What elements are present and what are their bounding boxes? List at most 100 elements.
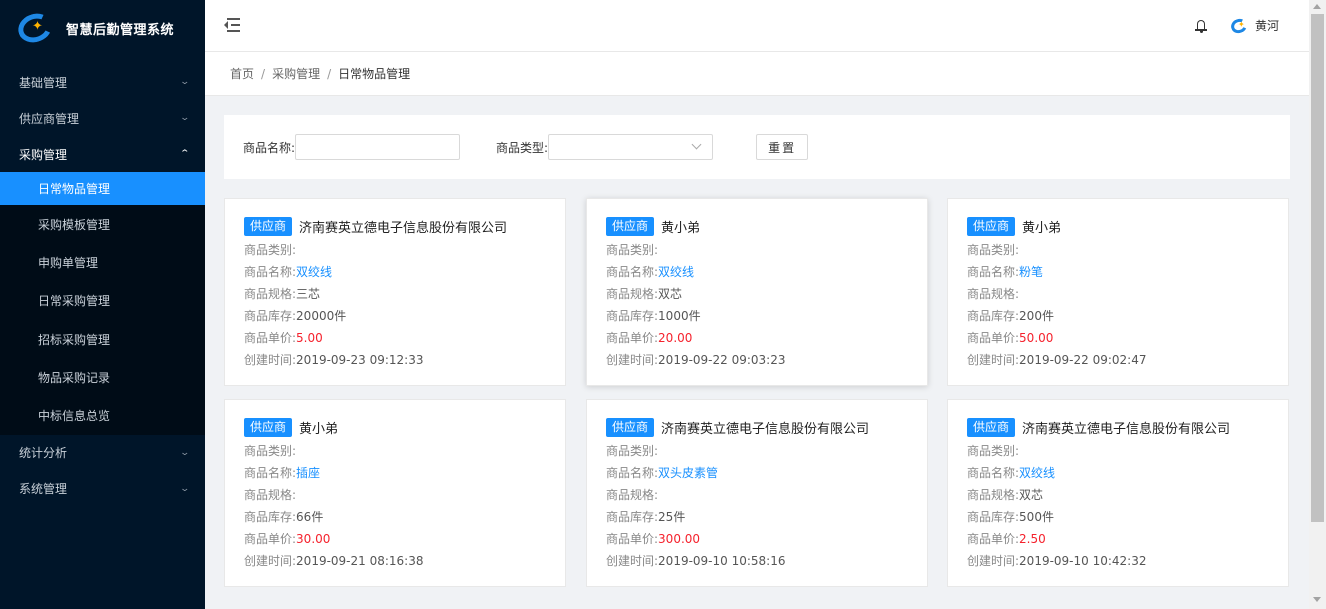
- card-field-category: 商品类别:: [967, 239, 1269, 261]
- field-label: 创建时间:: [967, 554, 1020, 568]
- supplier-badge: 供应商: [606, 417, 655, 437]
- field-value-stock: 66件: [296, 510, 324, 524]
- goods-card[interactable]: 供应商 济南赛英立德电子信息股份有限公司 商品类别: 商品名称:双绞线 商品规格:双芯商…: [947, 399, 1289, 587]
- menu-fold-icon[interactable]: [224, 18, 240, 32]
- field-label: 商品单价:: [967, 532, 1020, 546]
- card-field-stock: 商品库存:200件: [967, 305, 1269, 327]
- goods-card[interactable]: 供应商 济南赛英立德电子信息股份有限公司 商品类别: 商品名称:双头皮素管 商品规格: 商…: [586, 399, 928, 587]
- sidebar-item-bid-overview[interactable]: 中标信息总览: [0, 396, 205, 434]
- field-label: 商品库存:: [606, 510, 659, 524]
- scroll-down-icon[interactable]: [1313, 597, 1321, 602]
- chevron-down-icon: ⌄: [179, 483, 191, 494]
- sidebar-item-daily-goods[interactable]: 日常物品管理: [0, 172, 205, 205]
- field-label: 商品名称:: [244, 466, 297, 480]
- card-title: 供应商 济南赛英立德电子信息股份有限公司: [606, 417, 908, 437]
- field-value-name[interactable]: 双绞线: [658, 265, 694, 279]
- card-title: 供应商 黄小弟: [244, 417, 546, 437]
- breadcrumb-purchase[interactable]: 采购管理: [272, 65, 320, 82]
- card-field-created: 创建时间:2019-09-10 10:58:16: [606, 550, 908, 572]
- field-label: 创建时间:: [244, 554, 297, 568]
- sidebar-item-statistics[interactable]: 统计分析 ⌄: [0, 435, 205, 471]
- field-label: 商品规格:: [244, 287, 297, 301]
- field-label: 商品类别:: [967, 444, 1020, 458]
- card-title: 供应商 黄小弟: [606, 216, 908, 236]
- field-value-spec: 双芯: [658, 287, 683, 301]
- page-scrollbar[interactable]: [1309, 0, 1326, 609]
- field-value-created: 2019-09-21 08:16:38: [296, 554, 424, 568]
- card-field-spec: 商品规格:: [244, 484, 546, 506]
- card-field-name: 商品名称:插座: [244, 462, 546, 484]
- chevron-down-icon: [691, 139, 702, 150]
- field-label: 商品单价:: [606, 331, 659, 345]
- card-field-price: 商品单价:20.00: [606, 327, 908, 349]
- card-field-category: 商品类别:: [244, 239, 546, 261]
- card-field-stock: 商品库存:25件: [606, 506, 908, 528]
- user-name: 黄河: [1255, 19, 1280, 33]
- logo-icon: ✦: [14, 9, 56, 47]
- field-label: 商品名称:: [244, 265, 297, 279]
- card-title: 供应商 济南赛英立德电子信息股份有限公司: [967, 417, 1269, 437]
- field-value-name[interactable]: 插座: [296, 466, 320, 480]
- sidebar-item-label: 采购管理: [19, 147, 68, 162]
- card-field-created: 创建时间:2019-09-23 09:12:33: [244, 349, 546, 371]
- name-filter-input[interactable]: [295, 134, 461, 160]
- sidebar-item-system[interactable]: 系统管理 ⌄: [0, 471, 205, 507]
- field-label: 商品类别:: [606, 243, 659, 257]
- field-label: 商品名称:: [967, 466, 1020, 480]
- sidebar-item-purchase[interactable]: 采购管理 ⌃: [0, 136, 205, 172]
- goods-card[interactable]: 供应商 黄小弟 商品类别: 商品名称:粉笔 商品规格: 商品库存:200件 商品单价:50.…: [947, 198, 1289, 386]
- avatar: ✦: [1229, 16, 1249, 35]
- field-value-stock: 500件: [1019, 510, 1054, 524]
- field-label: 商品库存:: [967, 510, 1020, 524]
- field-value-stock: 25件: [658, 510, 686, 524]
- card-field-spec: 商品规格:: [967, 283, 1269, 305]
- field-value-price: 2.50: [1019, 532, 1046, 546]
- card-field-category: 商品类别:: [967, 440, 1269, 462]
- user-menu[interactable]: ✦ 黄河: [1229, 16, 1280, 35]
- field-value-name[interactable]: 双绞线: [1019, 466, 1055, 480]
- purchase-submenu: 日常物品管理 采购模板管理 申购单管理 日常采购管理 招标采购管理 物品采购记录…: [0, 172, 205, 435]
- scroll-up-icon[interactable]: [1313, 4, 1321, 9]
- field-label: 创建时间:: [606, 353, 659, 367]
- field-value-name[interactable]: 粉笔: [1019, 265, 1043, 279]
- supplier-name: 黄小弟: [1022, 220, 1062, 236]
- field-value-created: 2019-09-10 10:58:16: [658, 554, 786, 568]
- sidebar-menu: 基础管理 ⌄ 供应商管理 ⌄ 采购管理 ⌃ 日常物品管理 采购模板管理 申购单管…: [0, 64, 205, 507]
- field-label: 商品规格:: [967, 287, 1020, 301]
- supplier-name: 济南赛英立德电子信息股份有限公司: [661, 421, 870, 437]
- sidebar-item-supplier[interactable]: 供应商管理 ⌄: [0, 100, 205, 136]
- card-field-name: 商品名称:粉笔: [967, 261, 1269, 283]
- card-field-name: 商品名称:双头皮素管: [606, 462, 908, 484]
- scrollbar-thumb[interactable]: [1311, 14, 1324, 522]
- type-filter-select[interactable]: [548, 134, 714, 160]
- type-filter-label: 商品类型:: [496, 140, 549, 155]
- sidebar: ✦ 智慧后勤管理系统 基础管理 ⌄ 供应商管理 ⌄ 采购管理 ⌃ 日常物品管理 …: [0, 0, 205, 609]
- field-value-spec: 三芯: [296, 287, 321, 301]
- field-label: 商品类别:: [967, 243, 1020, 257]
- sidebar-item-requisition[interactable]: 申购单管理: [0, 243, 205, 281]
- sidebar-item-tender-purchase[interactable]: 招标采购管理: [0, 320, 205, 358]
- breadcrumb-home[interactable]: 首页: [230, 65, 254, 82]
- field-label: 创建时间:: [244, 353, 297, 367]
- card-field-spec: 商品规格:: [606, 484, 908, 506]
- sidebar-item-basic[interactable]: 基础管理 ⌄: [0, 64, 205, 100]
- field-value-name[interactable]: 双头皮素管: [658, 466, 718, 480]
- field-value-price: 30.00: [296, 532, 331, 546]
- field-value-spec: 双芯: [1019, 488, 1044, 502]
- field-label: 商品库存:: [967, 309, 1020, 323]
- field-value-name[interactable]: 双绞线: [296, 265, 332, 279]
- goods-card[interactable]: 供应商 黄小弟 商品类别: 商品名称:插座 商品规格: 商品库存:66件 商品单价:30.0…: [224, 399, 566, 587]
- card-field-stock: 商品库存:500件: [967, 506, 1269, 528]
- supplier-badge: 供应商: [606, 216, 655, 236]
- goods-card[interactable]: 供应商 济南赛英立德电子信息股份有限公司 商品类别: 商品名称:双绞线 商品规格:三芯商…: [224, 198, 566, 386]
- bell-icon[interactable]: [1195, 19, 1207, 33]
- sidebar-item-purchase-record[interactable]: 物品采购记录: [0, 358, 205, 396]
- reset-button[interactable]: 重置: [756, 134, 809, 160]
- supplier-badge: 供应商: [244, 216, 293, 236]
- sidebar-item-daily-purchase[interactable]: 日常采购管理: [0, 282, 205, 320]
- card-field-stock: 商品库存:66件: [244, 506, 546, 528]
- goods-card[interactable]: 供应商 黄小弟 商品类别: 商品名称:双绞线 商品规格:双芯 商品库存:1000件 商品单价…: [586, 198, 928, 386]
- field-value-created: 2019-09-22 09:03:23: [658, 353, 786, 367]
- app-logo: ✦ 智慧后勤管理系统: [0, 0, 205, 56]
- sidebar-item-purchase-template[interactable]: 采购模板管理: [0, 205, 205, 243]
